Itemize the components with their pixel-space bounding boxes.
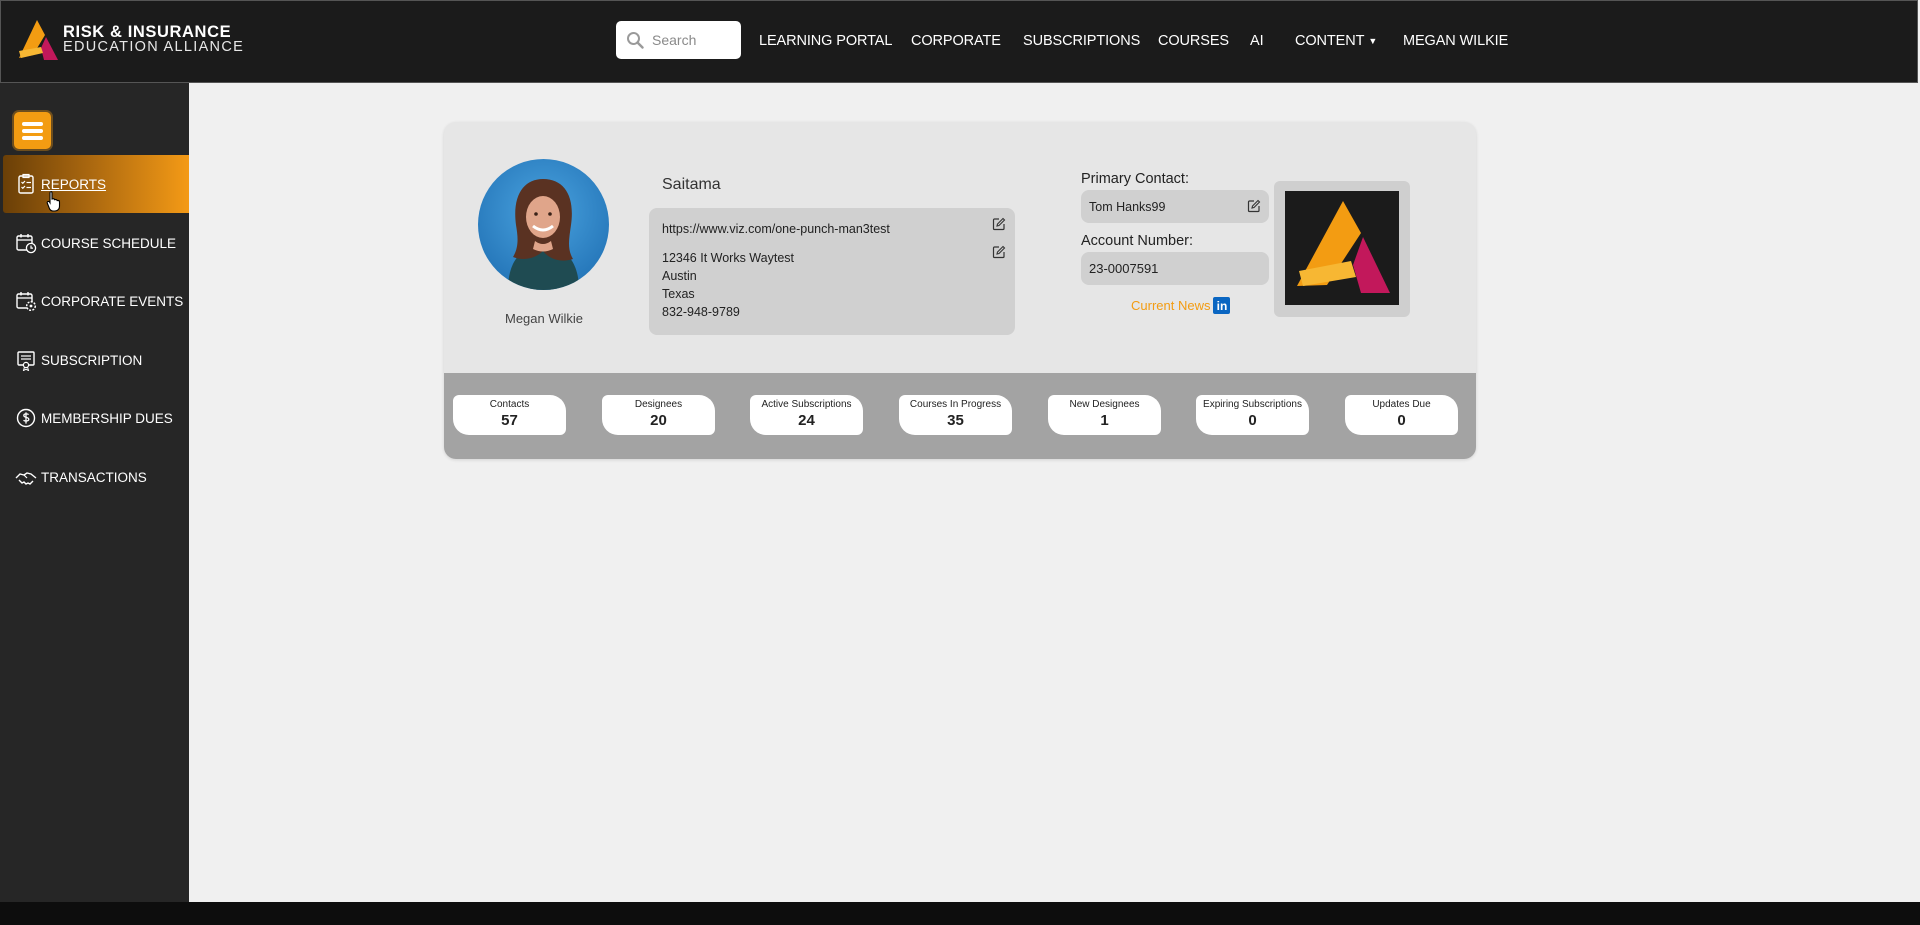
stat-value: 1 (1100, 412, 1109, 429)
stat-courses-in-progress[interactable]: Courses In Progress 35 (899, 395, 1012, 435)
hamburger-icon (22, 122, 43, 126)
sidebar-item-label: CORPORATE EVENTS (41, 293, 184, 309)
nav-content-dropdown[interactable]: CONTENT ▼ (1295, 33, 1377, 49)
stat-value: 20 (650, 412, 667, 429)
report-checklist-icon (18, 173, 34, 194)
account-number-field: 23-0007591 (1081, 252, 1269, 285)
search-icon (627, 32, 644, 49)
stat-label: Expiring Subscriptions (1203, 399, 1302, 410)
bottom-strip (0, 902, 1920, 925)
sidebar-item-transactions[interactable]: TRANSACTIONS (3, 448, 189, 506)
company-logo (1285, 191, 1399, 305)
edit-primary-contact-icon[interactable] (1247, 199, 1261, 213)
calendar-clock-icon (16, 234, 37, 254)
sidebar-toggle-button[interactable] (14, 112, 51, 149)
account-number-value: 23-0007591 (1089, 261, 1159, 276)
alliance-logo-icon (1297, 201, 1390, 293)
linkedin-icon: in (1213, 297, 1231, 314)
profile-photo (478, 159, 609, 290)
sidebar-item-label: TRANSACTIONS (41, 469, 147, 485)
nav-subscriptions[interactable]: SUBSCRIPTIONS (1023, 33, 1140, 49)
primary-contact-field: Tom Hanks99 (1081, 190, 1269, 223)
stat-label: Courses In Progress (909, 399, 1002, 410)
sidebar-item-course-schedule[interactable]: COURSE SCHEDULE (3, 214, 189, 272)
company-address: 12346 It Works Waytest Austin Texas 832-… (662, 249, 794, 321)
stat-expiring-subscriptions[interactable]: Expiring Subscriptions 0 (1196, 395, 1309, 435)
stat-label: Updates Due (1372, 399, 1431, 410)
stat-contacts[interactable]: Contacts 57 (453, 395, 566, 435)
brand-line-2: EDUCATION ALLIANCE (63, 39, 245, 55)
hamburger-icon-bar (22, 136, 43, 140)
stat-new-designees[interactable]: New Designees 1 (1048, 395, 1161, 435)
dollar-coin-icon (16, 408, 36, 428)
stat-label: Designees (634, 399, 683, 410)
account-number-label: Account Number: (1081, 233, 1194, 249)
hamburger-icon-bar (22, 129, 43, 133)
brand-line-1: RISK & INSURANCE (63, 23, 232, 41)
caret-down-icon: ▼ (1368, 36, 1378, 47)
sidebar-item-label: SUBSCRIPTION (41, 352, 143, 368)
stat-value: 0 (1397, 412, 1406, 429)
handshake-icon (15, 472, 37, 485)
nav-ai[interactable]: AI (1250, 33, 1264, 49)
sidebar-item-label: MEMBERSHIP DUES (41, 410, 173, 426)
primary-contact-label: Primary Contact: (1081, 171, 1189, 187)
search-input[interactable] (650, 31, 734, 49)
sidebar-item-label: COURSE SCHEDULE (41, 235, 177, 251)
avatar[interactable] (478, 159, 609, 290)
stat-updates-due[interactable]: Updates Due 0 (1345, 395, 1458, 435)
sidebar: REPORTS COURSE SCHEDULE CORPORATE EVENTS (0, 83, 189, 902)
search-box[interactable] (616, 21, 741, 59)
hand-pointer-cursor-icon (46, 190, 61, 212)
address-state: Texas (662, 287, 695, 301)
current-news-link[interactable]: Current News in (1131, 297, 1231, 314)
stat-value: 35 (947, 412, 964, 429)
nav-user-menu[interactable]: MEGAN WILKIE (1403, 33, 1508, 49)
address-phone: 832-948-9789 (662, 305, 740, 319)
stat-active-subscriptions[interactable]: Active Subscriptions 24 (750, 395, 863, 435)
sidebar-item-membership-dues[interactable]: MEMBERSHIP DUES (3, 389, 189, 447)
stat-label: Contacts (489, 399, 530, 410)
nav-content-label: CONTENT (1295, 33, 1365, 49)
alliance-logo-icon (19, 20, 58, 60)
account-summary-card: Megan Wilkie Saitama https://www.viz.com… (444, 122, 1476, 459)
company-website[interactable]: https://www.viz.com/one-punch-man3test (662, 222, 890, 236)
brand-logo[interactable]: RISK & INSURANCE EDUCATION ALLIANCE (15, 18, 244, 62)
stat-value: 0 (1248, 412, 1257, 429)
top-navbar: RISK & INSURANCE EDUCATION ALLIANCE LEAR… (0, 0, 1918, 83)
address-street: 12346 It Works Waytest (662, 251, 794, 265)
stat-designees[interactable]: Designees 20 (602, 395, 715, 435)
company-name: Saitama (662, 176, 721, 193)
stat-label: Active Subscriptions (761, 399, 852, 410)
sidebar-item-corporate-events[interactable]: CORPORATE EVENTS (3, 272, 189, 330)
company-info-box: https://www.viz.com/one-punch-man3test 1… (649, 208, 1015, 335)
stat-label: New Designees (1069, 399, 1140, 410)
address-city: Austin (662, 269, 697, 283)
primary-contact-value: Tom Hanks99 (1089, 199, 1166, 214)
brand-text: RISK & INSURANCE EDUCATION ALLIANCE (63, 23, 245, 55)
nav-courses[interactable]: COURSES (1158, 33, 1229, 49)
certificate-icon (17, 351, 35, 371)
stats-band: Contacts 57 Designees 20 Active Subscrip… (444, 373, 1476, 459)
avatar-person-name: Megan Wilkie (504, 311, 584, 326)
nav-corporate[interactable]: CORPORATE (911, 33, 1001, 49)
calendar-gear-icon (16, 292, 37, 312)
sidebar-item-subscription[interactable]: SUBSCRIPTION (3, 331, 189, 389)
sidebar-item-reports[interactable]: REPORTS (3, 155, 189, 213)
stat-value: 57 (501, 412, 518, 429)
nav-learning-portal[interactable]: LEARNING PORTAL (759, 33, 892, 49)
edit-address-icon[interactable] (992, 245, 1006, 259)
stat-value: 24 (798, 412, 815, 429)
edit-website-icon[interactable] (992, 217, 1006, 231)
current-news-label: Current News (1131, 298, 1211, 313)
company-logo-frame[interactable] (1274, 181, 1410, 317)
